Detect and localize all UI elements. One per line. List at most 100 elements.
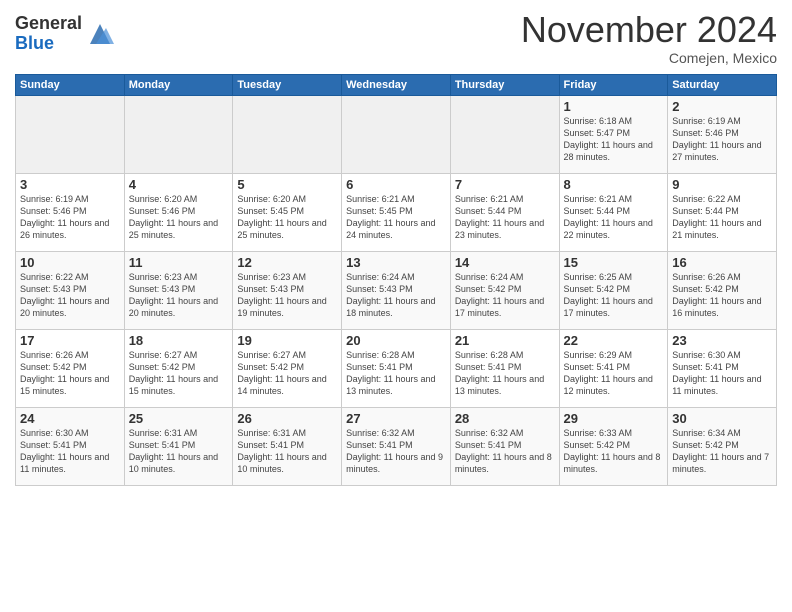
week-row-3: 10Sunrise: 6:22 AM Sunset: 5:43 PM Dayli… [16,251,777,329]
calendar-cell: 14Sunrise: 6:24 AM Sunset: 5:42 PM Dayli… [450,251,559,329]
day-number: 22 [564,333,664,348]
day-number: 1 [564,99,664,114]
calendar-table: SundayMondayTuesdayWednesdayThursdayFrid… [15,74,777,486]
day-header-sunday: Sunday [16,74,125,95]
day-number: 14 [455,255,555,270]
week-row-1: 1Sunrise: 6:18 AM Sunset: 5:47 PM Daylig… [16,95,777,173]
day-number: 24 [20,411,120,426]
calendar-cell: 9Sunrise: 6:22 AM Sunset: 5:44 PM Daylig… [668,173,777,251]
day-detail: Sunrise: 6:27 AM Sunset: 5:42 PM Dayligh… [129,349,229,398]
calendar-cell: 23Sunrise: 6:30 AM Sunset: 5:41 PM Dayli… [668,329,777,407]
day-number: 27 [346,411,446,426]
logo: General Blue [15,14,114,54]
day-detail: Sunrise: 6:20 AM Sunset: 5:46 PM Dayligh… [129,193,229,242]
day-detail: Sunrise: 6:25 AM Sunset: 5:42 PM Dayligh… [564,271,664,320]
day-detail: Sunrise: 6:20 AM Sunset: 5:45 PM Dayligh… [237,193,337,242]
day-number: 11 [129,255,229,270]
day-number: 7 [455,177,555,192]
day-detail: Sunrise: 6:24 AM Sunset: 5:42 PM Dayligh… [455,271,555,320]
day-detail: Sunrise: 6:26 AM Sunset: 5:42 PM Dayligh… [672,271,772,320]
day-number: 3 [20,177,120,192]
day-header-wednesday: Wednesday [342,74,451,95]
week-row-2: 3Sunrise: 6:19 AM Sunset: 5:46 PM Daylig… [16,173,777,251]
day-number: 12 [237,255,337,270]
day-number: 26 [237,411,337,426]
calendar-cell: 4Sunrise: 6:20 AM Sunset: 5:46 PM Daylig… [124,173,233,251]
day-detail: Sunrise: 6:31 AM Sunset: 5:41 PM Dayligh… [237,427,337,476]
day-detail: Sunrise: 6:23 AM Sunset: 5:43 PM Dayligh… [129,271,229,320]
calendar-cell: 18Sunrise: 6:27 AM Sunset: 5:42 PM Dayli… [124,329,233,407]
calendar-cell: 6Sunrise: 6:21 AM Sunset: 5:45 PM Daylig… [342,173,451,251]
day-header-tuesday: Tuesday [233,74,342,95]
day-number: 20 [346,333,446,348]
day-header-saturday: Saturday [668,74,777,95]
logo-icon [86,20,114,48]
day-detail: Sunrise: 6:21 AM Sunset: 5:44 PM Dayligh… [564,193,664,242]
calendar-cell: 21Sunrise: 6:28 AM Sunset: 5:41 PM Dayli… [450,329,559,407]
day-detail: Sunrise: 6:32 AM Sunset: 5:41 PM Dayligh… [455,427,555,476]
calendar-cell: 16Sunrise: 6:26 AM Sunset: 5:42 PM Dayli… [668,251,777,329]
page-container: General Blue November 2024 Comejen, Mexi… [0,0,792,491]
day-detail: Sunrise: 6:22 AM Sunset: 5:44 PM Dayligh… [672,193,772,242]
day-number: 21 [455,333,555,348]
calendar-cell: 2Sunrise: 6:19 AM Sunset: 5:46 PM Daylig… [668,95,777,173]
calendar-cell: 29Sunrise: 6:33 AM Sunset: 5:42 PM Dayli… [559,407,668,485]
day-number: 25 [129,411,229,426]
calendar-cell: 25Sunrise: 6:31 AM Sunset: 5:41 PM Dayli… [124,407,233,485]
day-number: 13 [346,255,446,270]
day-detail: Sunrise: 6:22 AM Sunset: 5:43 PM Dayligh… [20,271,120,320]
calendar-cell: 22Sunrise: 6:29 AM Sunset: 5:41 PM Dayli… [559,329,668,407]
day-number: 16 [672,255,772,270]
calendar-cell: 10Sunrise: 6:22 AM Sunset: 5:43 PM Dayli… [16,251,125,329]
location: Comejen, Mexico [521,50,777,66]
day-number: 10 [20,255,120,270]
day-detail: Sunrise: 6:19 AM Sunset: 5:46 PM Dayligh… [20,193,120,242]
day-number: 23 [672,333,772,348]
day-detail: Sunrise: 6:30 AM Sunset: 5:41 PM Dayligh… [20,427,120,476]
logo-text: General Blue [15,14,82,54]
header-row: SundayMondayTuesdayWednesdayThursdayFrid… [16,74,777,95]
header: General Blue November 2024 Comejen, Mexi… [15,10,777,66]
calendar-cell: 28Sunrise: 6:32 AM Sunset: 5:41 PM Dayli… [450,407,559,485]
day-detail: Sunrise: 6:26 AM Sunset: 5:42 PM Dayligh… [20,349,120,398]
day-number: 19 [237,333,337,348]
day-detail: Sunrise: 6:28 AM Sunset: 5:41 PM Dayligh… [346,349,446,398]
day-detail: Sunrise: 6:27 AM Sunset: 5:42 PM Dayligh… [237,349,337,398]
day-number: 30 [672,411,772,426]
title-section: November 2024 Comejen, Mexico [521,10,777,66]
calendar-cell: 13Sunrise: 6:24 AM Sunset: 5:43 PM Dayli… [342,251,451,329]
day-number: 17 [20,333,120,348]
calendar-cell: 30Sunrise: 6:34 AM Sunset: 5:42 PM Dayli… [668,407,777,485]
day-detail: Sunrise: 6:23 AM Sunset: 5:43 PM Dayligh… [237,271,337,320]
day-detail: Sunrise: 6:31 AM Sunset: 5:41 PM Dayligh… [129,427,229,476]
day-detail: Sunrise: 6:29 AM Sunset: 5:41 PM Dayligh… [564,349,664,398]
calendar-cell: 5Sunrise: 6:20 AM Sunset: 5:45 PM Daylig… [233,173,342,251]
calendar-cell: 20Sunrise: 6:28 AM Sunset: 5:41 PM Dayli… [342,329,451,407]
calendar-cell: 19Sunrise: 6:27 AM Sunset: 5:42 PM Dayli… [233,329,342,407]
day-detail: Sunrise: 6:19 AM Sunset: 5:46 PM Dayligh… [672,115,772,164]
day-number: 15 [564,255,664,270]
calendar-cell: 7Sunrise: 6:21 AM Sunset: 5:44 PM Daylig… [450,173,559,251]
week-row-4: 17Sunrise: 6:26 AM Sunset: 5:42 PM Dayli… [16,329,777,407]
month-title: November 2024 [521,10,777,50]
calendar-cell: 27Sunrise: 6:32 AM Sunset: 5:41 PM Dayli… [342,407,451,485]
day-number: 2 [672,99,772,114]
day-number: 28 [455,411,555,426]
day-number: 4 [129,177,229,192]
day-detail: Sunrise: 6:24 AM Sunset: 5:43 PM Dayligh… [346,271,446,320]
day-detail: Sunrise: 6:18 AM Sunset: 5:47 PM Dayligh… [564,115,664,164]
day-number: 29 [564,411,664,426]
day-detail: Sunrise: 6:28 AM Sunset: 5:41 PM Dayligh… [455,349,555,398]
calendar-cell: 24Sunrise: 6:30 AM Sunset: 5:41 PM Dayli… [16,407,125,485]
day-detail: Sunrise: 6:21 AM Sunset: 5:45 PM Dayligh… [346,193,446,242]
day-number: 9 [672,177,772,192]
day-header-friday: Friday [559,74,668,95]
day-header-thursday: Thursday [450,74,559,95]
calendar-cell: 3Sunrise: 6:19 AM Sunset: 5:46 PM Daylig… [16,173,125,251]
calendar-cell: 12Sunrise: 6:23 AM Sunset: 5:43 PM Dayli… [233,251,342,329]
calendar-cell [450,95,559,173]
calendar-cell: 26Sunrise: 6:31 AM Sunset: 5:41 PM Dayli… [233,407,342,485]
calendar-cell: 11Sunrise: 6:23 AM Sunset: 5:43 PM Dayli… [124,251,233,329]
calendar-cell: 15Sunrise: 6:25 AM Sunset: 5:42 PM Dayli… [559,251,668,329]
day-number: 6 [346,177,446,192]
